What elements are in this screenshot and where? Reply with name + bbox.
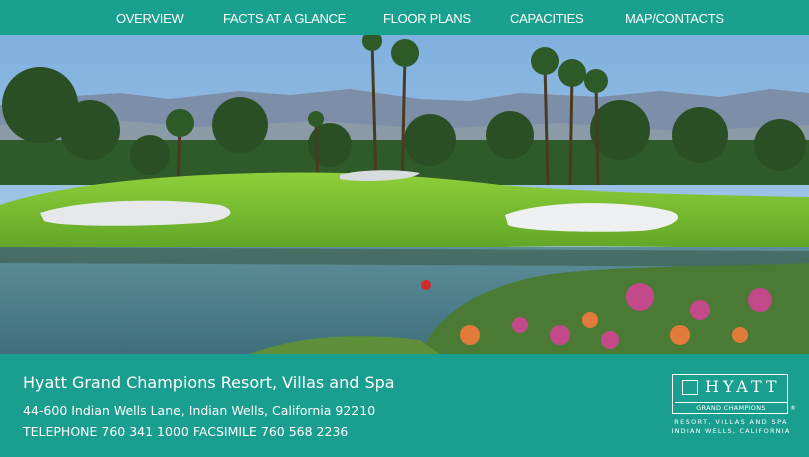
- logo-brand: HYATT: [705, 377, 781, 396]
- nav-map-contacts[interactable]: MAP/CONTACTS: [625, 0, 724, 35]
- logo-subtitle: GRAND CHAMPIONS: [696, 404, 766, 412]
- top-nav: OVERVIEW FACTS AT A GLANCE FLOOR PLANS C…: [0, 0, 809, 35]
- resort-address: 44-600 Indian Wells Lane, Indian Wells, …: [23, 403, 376, 418]
- phone-fax: TELEPHONE 760 341 1000 FACSIMILE 760 568…: [23, 424, 349, 439]
- nav-floor-plans[interactable]: FLOOR PLANS: [383, 0, 471, 35]
- hyatt-mark-icon: [682, 380, 698, 395]
- registered-mark: ®: [790, 405, 796, 412]
- logo-tagline-1: RESORT, VILLAS AND SPA: [674, 418, 788, 426]
- logo-tagline-2: INDIAN WELLS, CALIFORNIA: [671, 427, 791, 435]
- logo-box: HYATT GRAND CHAMPIONS: [672, 374, 788, 414]
- hero-golf-course-image: [0, 35, 809, 354]
- nav-overview[interactable]: OVERVIEW: [116, 0, 184, 35]
- hyatt-logo: HYATT GRAND CHAMPIONS ® RESORT, VILLAS A…: [670, 374, 802, 440]
- nav-facts-at-a-glance[interactable]: FACTS AT A GLANCE: [223, 0, 346, 35]
- resort-name: Hyatt Grand Champions Resort, Villas and…: [23, 373, 395, 392]
- nav-capacities[interactable]: CAPACITIES: [510, 0, 584, 35]
- footer: Hyatt Grand Champions Resort, Villas and…: [0, 354, 809, 457]
- logo-divider: [675, 402, 788, 403]
